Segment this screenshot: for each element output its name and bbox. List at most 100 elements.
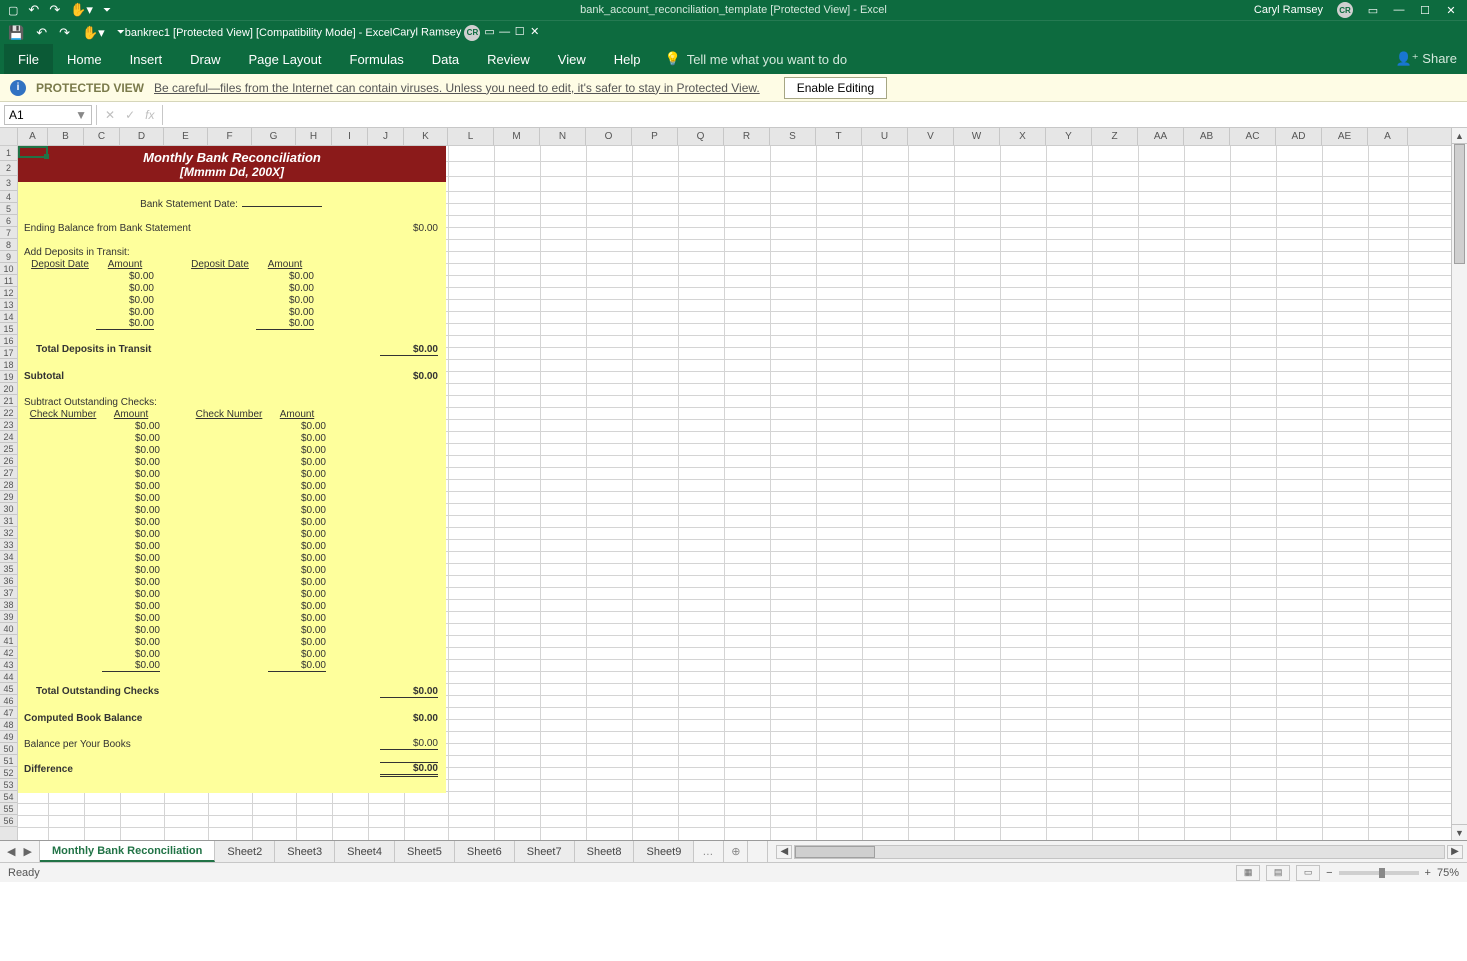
col-header-AD[interactable]: AD	[1276, 128, 1322, 145]
sheet-tab-6[interactable]: Sheet7	[515, 841, 575, 862]
col-header-T[interactable]: T	[816, 128, 862, 145]
row-header-4[interactable]: 4	[0, 191, 17, 203]
row-header-54[interactable]: 54	[0, 791, 17, 803]
sheet-nav-prev-icon[interactable]: ◀	[7, 845, 15, 858]
ribbon-options-icon[interactable]: ▭	[1367, 4, 1379, 16]
row-header-39[interactable]: 39	[0, 611, 17, 623]
row-header-50[interactable]: 50	[0, 743, 17, 755]
formula-input[interactable]	[167, 105, 1467, 125]
hscroll-thumb[interactable]	[795, 846, 875, 858]
row-header-10[interactable]: 10	[0, 263, 17, 275]
tab-help[interactable]: Help	[600, 44, 655, 74]
close-icon-2[interactable]: ✕	[529, 26, 541, 38]
tab-file[interactable]: File	[4, 44, 53, 74]
tab-view[interactable]: View	[544, 44, 600, 74]
row-header-33[interactable]: 33	[0, 539, 17, 551]
touch-icon[interactable]: ✋▾	[70, 2, 93, 18]
col-header-M[interactable]: M	[494, 128, 540, 145]
row-header-35[interactable]: 35	[0, 563, 17, 575]
col-header-V[interactable]: V	[908, 128, 954, 145]
row-headers[interactable]: 1234567891011121314151617181920212223242…	[0, 146, 18, 840]
row-header-41[interactable]: 41	[0, 635, 17, 647]
hscroll-right-icon[interactable]: ▶	[1447, 845, 1463, 859]
save-icon[interactable]: 💾	[8, 25, 24, 41]
cells-canvas[interactable]: Monthly Bank Reconciliation [Mmmm Dd, 20…	[18, 146, 1467, 840]
row-header-22[interactable]: 22	[0, 407, 17, 419]
row-header-47[interactable]: 47	[0, 707, 17, 719]
col-header-AB[interactable]: AB	[1184, 128, 1230, 145]
undo-icon-2[interactable]: ↶	[36, 25, 47, 41]
row-header-37[interactable]: 37	[0, 587, 17, 599]
share-button[interactable]: 👤⁺ Share	[1396, 51, 1467, 67]
row-header-3[interactable]: 3	[0, 176, 17, 191]
tab-insert[interactable]: Insert	[116, 44, 177, 74]
minimize-icon-2[interactable]: —	[499, 26, 511, 38]
user-avatar-2[interactable]: CR	[464, 25, 480, 41]
zoom-slider[interactable]	[1339, 871, 1419, 875]
row-header-51[interactable]: 51	[0, 755, 17, 767]
sheet-more-icon[interactable]: …	[694, 841, 721, 862]
fx-icon[interactable]: fx	[145, 108, 154, 122]
tab-formulas[interactable]: Formulas	[336, 44, 418, 74]
row-header-44[interactable]: 44	[0, 671, 17, 683]
redo-icon[interactable]: ↷	[49, 2, 60, 18]
col-header-A[interactable]: A	[1368, 128, 1408, 145]
row-header-11[interactable]: 11	[0, 275, 17, 287]
row-header-32[interactable]: 32	[0, 527, 17, 539]
row-header-20[interactable]: 20	[0, 383, 17, 395]
row-header-16[interactable]: 16	[0, 335, 17, 347]
sheet-tab-7[interactable]: Sheet8	[575, 841, 635, 862]
cancel-formula-icon[interactable]: ✕	[105, 108, 115, 122]
col-header-S[interactable]: S	[770, 128, 816, 145]
col-header-A[interactable]: A	[18, 128, 48, 145]
row-header-19[interactable]: 19	[0, 371, 17, 383]
sheet-tab-4[interactable]: Sheet5	[395, 841, 455, 862]
tell-me-input[interactable]	[687, 52, 887, 67]
select-all-corner[interactable]	[0, 128, 18, 145]
page-layout-view-icon[interactable]: ▤	[1266, 865, 1290, 881]
row-header-56[interactable]: 56	[0, 815, 17, 827]
sheet-nav-next-icon[interactable]: ▶	[24, 845, 32, 858]
col-header-K[interactable]: K	[404, 128, 448, 145]
close-icon[interactable]: ✕	[1445, 4, 1457, 16]
sheet-tab-1[interactable]: Sheet2	[215, 841, 275, 862]
col-header-X[interactable]: X	[1000, 128, 1046, 145]
col-header-B[interactable]: B	[48, 128, 84, 145]
row-header-2[interactable]: 2	[0, 161, 17, 176]
vscroll-thumb[interactable]	[1454, 144, 1465, 264]
row-header-9[interactable]: 9	[0, 251, 17, 263]
col-header-J[interactable]: J	[368, 128, 404, 145]
col-header-E[interactable]: E	[164, 128, 208, 145]
row-header-38[interactable]: 38	[0, 599, 17, 611]
row-header-13[interactable]: 13	[0, 299, 17, 311]
undo-icon[interactable]: ↶	[28, 2, 39, 18]
sheet-tab-3[interactable]: Sheet4	[335, 841, 395, 862]
tell-me-search[interactable]: 💡	[665, 51, 887, 67]
scroll-down-icon[interactable]: ▼	[1452, 824, 1467, 840]
col-header-I[interactable]: I	[332, 128, 368, 145]
row-header-1[interactable]: 1	[0, 146, 17, 161]
column-headers[interactable]: ABCDEFGHIJKLMNOPQRSTUVWXYZAAABACADAEA	[0, 128, 1467, 146]
row-header-34[interactable]: 34	[0, 551, 17, 563]
redo-icon-2[interactable]: ↷	[59, 25, 70, 41]
row-header-29[interactable]: 29	[0, 491, 17, 503]
zoom-level[interactable]: 75%	[1437, 867, 1459, 879]
row-header-21[interactable]: 21	[0, 395, 17, 407]
col-header-R[interactable]: R	[724, 128, 770, 145]
row-header-6[interactable]: 6	[0, 215, 17, 227]
col-header-W[interactable]: W	[954, 128, 1000, 145]
col-header-F[interactable]: F	[208, 128, 252, 145]
horizontal-scrollbar[interactable]: ◀ ▶	[767, 841, 1467, 862]
col-header-AE[interactable]: AE	[1322, 128, 1368, 145]
col-header-O[interactable]: O	[586, 128, 632, 145]
col-header-L[interactable]: L	[448, 128, 494, 145]
ribbon-options-icon-2[interactable]: ▭	[484, 26, 496, 38]
qat-customize-icon[interactable]: ⏷	[103, 5, 111, 16]
row-header-28[interactable]: 28	[0, 479, 17, 491]
sheet-tab-0[interactable]: Monthly Bank Reconciliation	[40, 841, 215, 862]
minimize-icon[interactable]: —	[1393, 4, 1405, 16]
row-header-42[interactable]: 42	[0, 647, 17, 659]
maximize-icon-2[interactable]: ☐	[514, 26, 526, 38]
col-header-N[interactable]: N	[540, 128, 586, 145]
col-header-H[interactable]: H	[296, 128, 332, 145]
